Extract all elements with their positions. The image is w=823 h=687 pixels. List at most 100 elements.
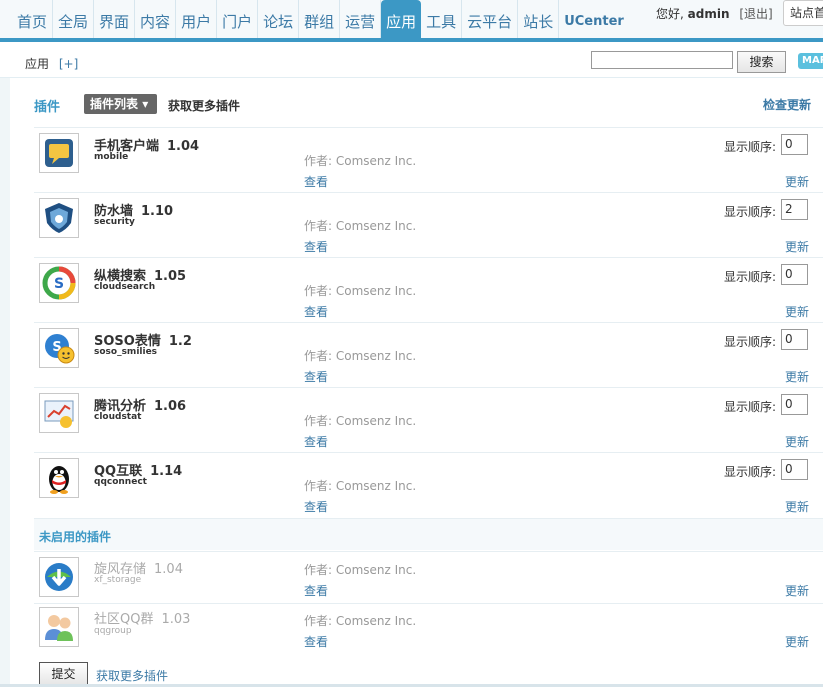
order-input[interactable]: 0 — [781, 264, 808, 285]
view-link[interactable]: 查看 — [304, 173, 328, 190]
search-button[interactable]: 搜索 — [737, 51, 786, 73]
site-home-button[interactable]: 站点首页 — [783, 0, 823, 26]
breadcrumb-apps: 应用 — [25, 57, 50, 71]
greeting: 您好, — [656, 7, 684, 21]
view-link[interactable]: 查看 — [304, 303, 328, 320]
plugin-author: 作者: Comsenz Inc. — [304, 219, 417, 233]
plugin-author: 作者: Comsenz Inc. — [304, 154, 417, 168]
update-link[interactable]: 更新 — [785, 303, 809, 320]
cloudstat-icon — [39, 393, 79, 433]
nav-item-portal[interactable]: 门户 — [217, 0, 259, 38]
security-shield-icon — [39, 198, 79, 238]
order-label: 显示顺序: — [724, 465, 777, 479]
plugin-author: 作者: Comsenz Inc. — [304, 349, 417, 363]
unused-plugins-header: 未启用的插件 — [34, 518, 823, 550]
update-link[interactable]: 更新 — [785, 433, 809, 450]
order-input[interactable]: 0 — [781, 394, 808, 415]
plugin-author: 作者: Comsenz Inc. — [304, 414, 417, 428]
xf-storage-icon — [39, 557, 79, 597]
plugin-identifier: mobile — [94, 152, 129, 162]
plugin-row: S SOSO表情 1.2 soso_smilies 作者: Comsenz Inc… — [34, 322, 823, 387]
nav-item-users[interactable]: 用户 — [176, 0, 218, 38]
view-link[interactable]: 查看 — [304, 433, 328, 450]
plugin-author: 作者: Comsenz Inc. — [304, 479, 417, 493]
soso-smilies-icon: S — [39, 328, 79, 368]
map-button[interactable]: MAP — [798, 53, 823, 69]
cloudsearch-icon: S — [39, 263, 79, 303]
nav-item-forum[interactable]: 论坛 — [258, 0, 300, 38]
update-link[interactable]: 更新 — [785, 368, 809, 385]
plugin-identifier: security — [94, 217, 135, 227]
plugin-version: 1.10 — [141, 204, 174, 219]
plugin-identifier: xf_storage — [94, 575, 142, 585]
nav-item-global[interactable]: 全局 — [53, 0, 95, 38]
order-input[interactable]: 0 — [781, 459, 808, 480]
update-link[interactable]: 更新 — [785, 238, 809, 255]
update-link[interactable]: 更新 — [785, 582, 809, 599]
get-more-plugins-link[interactable]: 获取更多插件 — [168, 97, 240, 114]
plugin-version: 1.05 — [154, 269, 187, 284]
plugin-row: 社区QQ群 1.03 qqgroup 作者: Comsenz Inc. 查看 更新 — [34, 603, 823, 655]
footer-get-more-plugins-link[interactable]: 获取更多插件 — [96, 667, 168, 684]
qq-penguin-icon — [39, 458, 79, 498]
plugin-row: QQ互联 1.14 qqconnect 作者: Comsenz Inc. 查看 显… — [34, 452, 823, 517]
svg-text:S: S — [54, 276, 64, 292]
page-title: 插件 — [34, 100, 61, 115]
order-label: 显示顺序: — [724, 205, 777, 219]
plugin-name: 社区QQ群 1.03 — [94, 608, 190, 627]
view-link[interactable]: 查看 — [304, 238, 328, 255]
order-input[interactable]: 0 — [781, 134, 808, 155]
plugin-identifier: cloudstat — [94, 412, 142, 422]
plugin-author: 作者: Comsenz Inc. — [304, 614, 417, 628]
mobile-client-icon — [39, 133, 79, 173]
plugin-list-label: 插件列表 — [90, 97, 139, 111]
qqgroup-icon — [39, 607, 79, 647]
order-input[interactable]: 2 — [781, 199, 808, 220]
view-link[interactable]: 查看 — [304, 368, 328, 385]
plugin-list-dropdown[interactable]: 插件列表 ▾ — [84, 94, 157, 114]
plugin-identifier: qqconnect — [94, 477, 147, 487]
plugin-version: 1.04 — [167, 139, 200, 154]
plugin-version: 1.03 — [161, 612, 191, 627]
nav-item-operations[interactable]: 运营 — [340, 0, 382, 38]
plugin-identifier: qqgroup — [94, 626, 132, 636]
plugin-version: 1.2 — [168, 334, 192, 349]
nav-item-interface[interactable]: 界面 — [94, 0, 136, 38]
view-link[interactable]: 查看 — [304, 633, 328, 650]
plugin-version: 1.06 — [154, 399, 187, 414]
nav-item-groups[interactable]: 群组 — [299, 0, 341, 38]
add-shortcut-link[interactable]: [+] — [59, 57, 78, 71]
main-nav: 首页 全局 界面 内容 用户 门户 论坛 群组 运营 应用 工具 云平台 站长 … — [12, 0, 629, 38]
nav-item-tools[interactable]: 工具 — [421, 0, 463, 38]
plugin-row: 手机客户端 1.04 mobile 作者: Comsenz Inc. 查看 显示顺… — [34, 127, 823, 192]
sub-bar: 应用 [+] 搜索 MAP — [0, 44, 823, 78]
plugin-version: 1.04 — [154, 562, 183, 577]
plugin-author: 作者: Comsenz Inc. — [304, 563, 417, 577]
search-input[interactable] — [591, 51, 733, 69]
plugin-version: 1.14 — [150, 464, 183, 479]
view-link[interactable]: 查看 — [304, 498, 328, 515]
nav-item-apps[interactable]: 应用 — [381, 0, 422, 38]
plugin-row: 旋风存储 1.04 xf_storage 作者: Comsenz Inc. 查看 … — [34, 551, 823, 603]
check-updates-link[interactable]: 检查更新 — [763, 96, 811, 113]
plugin-identifier: soso_smilies — [94, 347, 158, 357]
logout-link[interactable]: [退出] — [739, 7, 772, 21]
update-link[interactable]: 更新 — [785, 498, 809, 515]
update-link[interactable]: 更新 — [785, 633, 809, 650]
nav-item-cloud[interactable]: 云平台 — [462, 0, 519, 38]
update-link[interactable]: 更新 — [785, 173, 809, 190]
top-header: 首页 全局 界面 内容 用户 门户 论坛 群组 运营 应用 工具 云平台 站长 … — [0, 0, 823, 42]
order-label: 显示顺序: — [724, 400, 777, 414]
username: admin — [687, 7, 730, 21]
nav-item-ucenter[interactable]: UCenter — [559, 0, 629, 38]
nav-item-content[interactable]: 内容 — [135, 0, 177, 38]
nav-item-webmaster[interactable]: 站长 — [518, 0, 560, 38]
plugin-row: 防水墙 1.10 security 作者: Comsenz Inc. 查看 显示顺… — [34, 192, 823, 257]
order-label: 显示顺序: — [724, 140, 777, 154]
view-link[interactable]: 查看 — [304, 582, 328, 599]
order-input[interactable]: 0 — [781, 329, 808, 350]
nav-item-home[interactable]: 首页 — [12, 0, 54, 38]
unused-plugins-title: 未启用的插件 — [39, 530, 112, 544]
user-info: 您好, admin [退出] — [656, 5, 773, 22]
plugin-title: 社区QQ群 — [94, 612, 154, 627]
